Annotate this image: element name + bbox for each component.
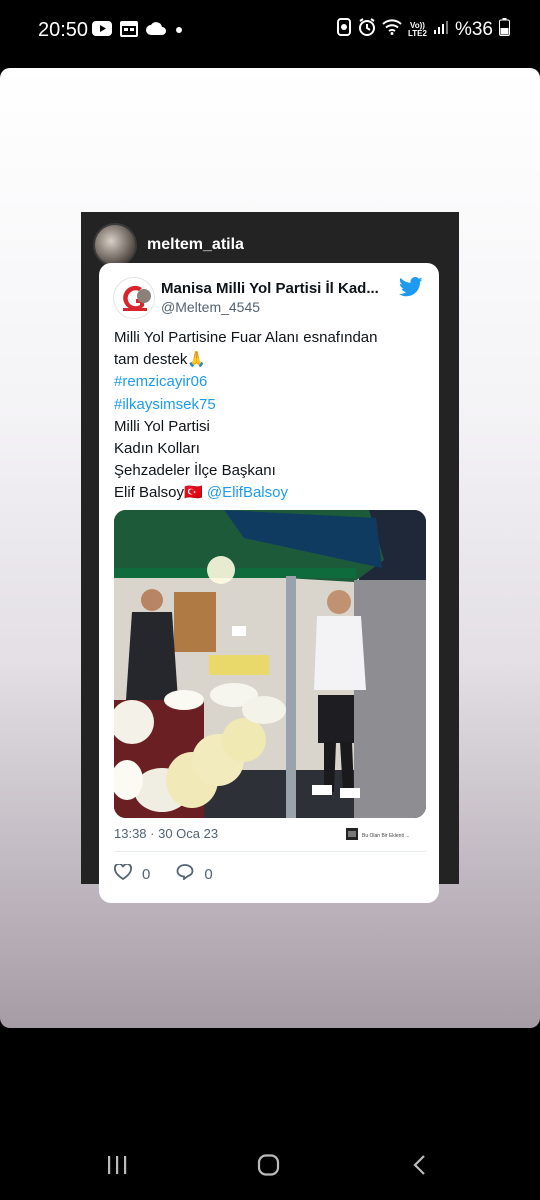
alarm-icon [336,18,352,42]
turkish-flag-emoji: 🇹🇷 [184,484,203,502]
status-left-icons [92,20,184,42]
tweet-timestamp[interactable]: 13:38 · 30 Oca 23 [114,826,218,841]
back-icon[interactable] [410,1154,430,1181]
tweet-avatar[interactable] [113,277,155,319]
twitter-bird-icon[interactable] [398,277,423,302]
tweet-body: Milli Yol Partisine Fuar Alanı esnafında… [114,327,429,505]
tweet-display-name[interactable]: Manisa Milli Yol Partisi İl Kad... [161,280,391,297]
heart-icon[interactable] [114,863,132,884]
story-card[interactable]: meltem_atila Manisa Milli Yol Partisi İl… [0,68,540,1028]
tweet-text-line: Elif Balsoy🇹🇷 @ElifBalsoy [114,484,288,502]
recent-apps-icon[interactable] [106,1154,128,1181]
tweet-divider [114,851,426,852]
navigation-bar [0,1140,540,1196]
status-bar: 20:50 Vo)) LTE2 %36 [0,0,540,62]
tweet-text-line: Milli Yol Partisi [114,417,210,435]
clock-icon [358,18,376,42]
reply-count: 0 [204,865,213,883]
mention-link[interactable]: @ElifBalsoy [207,484,288,501]
status-time: 20:50 [38,19,89,41]
battery-percent: %36 [454,19,493,40]
reply-bubble-icon[interactable] [176,864,194,884]
like-action[interactable]: 0 [114,863,151,884]
tweet-photo[interactable] [114,510,426,818]
signal-icon [433,19,449,41]
reply-action[interactable]: 0 [176,864,213,884]
calendar-icon [120,20,138,42]
cloud-icon [146,22,166,40]
hashtag-link[interactable]: #remzicayir06 [114,371,429,393]
tweet-text-line: Kadın Kolları [114,440,200,458]
hashtag-link[interactable]: #ilkaysimsek75 [114,394,429,416]
pray-emoji: 🙏 [187,351,207,369]
tweet-text-line: Şehzadeler İlçe Başkanı [114,462,276,480]
volte-icon: Vo)) LTE2 [408,21,427,38]
status-right-icons: Vo)) LTE2 %36 [336,18,510,42]
source-text: Bu Olan Bir Eklenti ... [362,833,410,839]
source-app-icon [346,827,358,845]
shared-post-frame[interactable]: meltem_atila Manisa Milli Yol Partisi İl… [81,212,459,903]
tweet-actions: 0 0 [114,863,213,884]
tweet-handle[interactable]: @Meltem_4545 [161,299,260,315]
story-username[interactable]: meltem_atila [147,236,244,254]
home-button-icon[interactable] [257,1154,281,1181]
battery-icon [499,18,510,42]
tweet-text-line: tam destek🙏 [114,351,207,369]
tweet-source: Bu Olan Bir Eklenti ... [346,827,422,845]
youtube-icon [92,21,112,41]
dot-icon [174,22,184,40]
like-count: 0 [142,865,151,883]
story-user-avatar[interactable] [93,223,137,267]
wifi-icon [382,19,402,41]
embedded-tweet[interactable]: Manisa Milli Yol Partisi İl Kad... @Melt… [99,263,439,903]
tweet-text-line: Milli Yol Partisine Fuar Alanı esnafında… [114,329,378,346]
